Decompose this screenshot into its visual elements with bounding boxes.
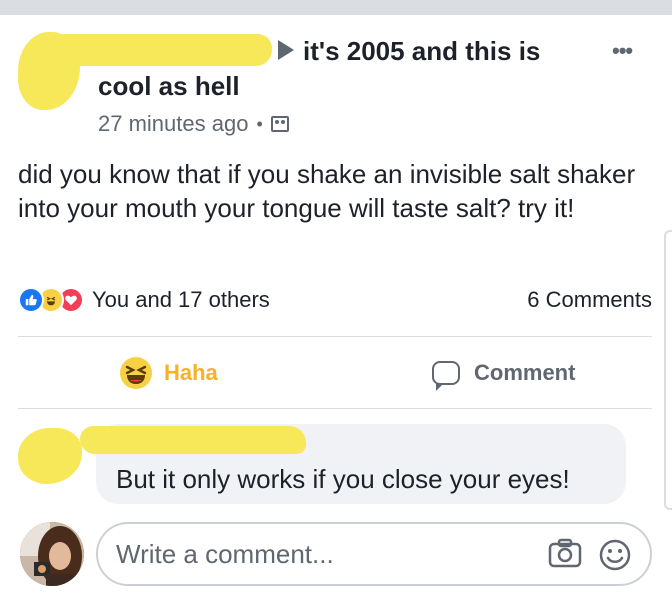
post-body-text: did you know that if you shake an invisi… (18, 159, 636, 223)
comments-count[interactable]: 6 Comments (527, 287, 652, 313)
emoji-icon[interactable] (598, 538, 632, 572)
camera-icon[interactable] (548, 538, 582, 568)
divider (18, 408, 652, 409)
reactions-label[interactable]: You and 17 others (92, 287, 270, 313)
user-avatar[interactable] (20, 522, 84, 586)
group-name-line2[interactable]: cool as hell (98, 71, 240, 102)
haha-face-icon (120, 357, 152, 389)
more-options-icon[interactable]: ••• (612, 38, 633, 64)
comment-input[interactable] (116, 538, 536, 570)
haha-reaction-button[interactable]: Haha (120, 353, 218, 393)
comment-text: But it only works if you close your eyes… (116, 464, 570, 494)
divider (18, 336, 652, 337)
group-audience-icon (270, 116, 289, 132)
meta-separator: • (256, 113, 263, 134)
comment-bubble-icon (432, 361, 460, 391)
commenter-name-redacted[interactable] (80, 426, 306, 454)
comment-label: Comment (474, 360, 576, 385)
scrollbar[interactable] (664, 230, 672, 510)
post-meta: 27 minutes ago • (98, 111, 289, 137)
like-reaction-icon (18, 287, 44, 313)
group-name-line1[interactable]: it's 2005 and this is (303, 36, 540, 67)
reactions-summary[interactable]: You and 17 others (18, 286, 270, 314)
haha-label: Haha (164, 360, 218, 385)
author-name-redacted[interactable] (30, 34, 272, 66)
comment-button[interactable]: Comment (432, 353, 575, 393)
commenter-avatar-redacted[interactable] (18, 428, 82, 484)
top-bar (0, 0, 672, 15)
triangle-right-icon (278, 40, 294, 60)
post-timestamp[interactable]: 27 minutes ago (98, 111, 248, 137)
